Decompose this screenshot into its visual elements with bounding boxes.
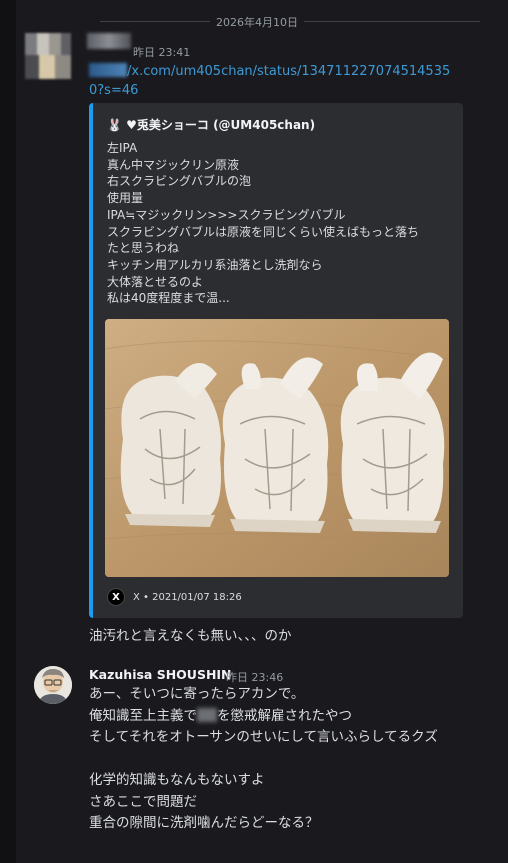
- rabbit-icon: 🐰: [107, 118, 122, 132]
- embed-author[interactable]: 🐰 ♥兎美ショーコ (@UM405chan): [107, 116, 315, 133]
- embed-line: 左IPA: [107, 141, 138, 155]
- redacted-text: [197, 707, 217, 722]
- embed-line: 真ん中マジックリン原液: [107, 157, 240, 172]
- message-line: 俺知識至上主義で を懲戒解雇されたやつ: [89, 706, 438, 728]
- date-divider: 2026年4月10日: [210, 14, 304, 30]
- avatar[interactable]: [25, 33, 71, 79]
- embed-line: スクラビングバブルは原液を同じくらい使えばもっと落ち: [107, 224, 420, 239]
- message-text: あー、そいつに寄ったらアカンで。 俺知識至上主義で を懲戒解雇されたやつ そしてそ…: [89, 684, 438, 835]
- message-line: 化学的知識もなんもないすよ: [89, 772, 265, 788]
- embed-line: 右スクラビングバブルの泡: [107, 174, 252, 189]
- message-line: 重合の隙間に洗剤噛んだらどーなる？: [89, 815, 319, 831]
- message-line: あー、そいつに寄ったらアカンで。: [89, 686, 305, 702]
- embed-line: キッチン用アルカリ系油落とし洗剤なら: [107, 257, 323, 272]
- message-fragment: 俺知識至上主義で: [89, 707, 197, 724]
- embed-description: 左IPA 真ん中マジックリン原液 右スクラビングバブルの泡 使用量 IPA≒マジ…: [107, 140, 447, 307]
- message-line: そしてそれをオトーサンのせいにして言いふらしてるクズ: [89, 729, 438, 745]
- embed-footer: X X • 2021/01/07 18:26: [107, 588, 242, 606]
- message-text: 油汚れと言えなくも無い、、、のか: [89, 628, 292, 644]
- avatar[interactable]: [34, 666, 72, 704]
- embed-line: IPA≒マジックリン>>>スクラビングバブル: [107, 207, 346, 222]
- figurine-photo: [105, 319, 449, 577]
- tweet-link-text[interactable]: /x.com/um405chan/status/1347112270745145…: [89, 64, 450, 98]
- message-fragment: を懲戒解雇されたやつ: [217, 707, 352, 724]
- username-redacted[interactable]: [87, 33, 131, 49]
- embed-line: 私は40度程度まで温...: [107, 291, 230, 306]
- redacted-link-prefix: [89, 63, 127, 77]
- avatar-portrait: [34, 666, 72, 704]
- message-timestamp: 昨日 23:41: [133, 46, 191, 59]
- x-logo-icon: X: [107, 588, 125, 606]
- embed-image[interactable]: [105, 319, 449, 577]
- username[interactable]: Kazuhisa SHOUSHIN: [89, 667, 232, 682]
- message-timestamp: 昨日 23:46: [226, 671, 284, 684]
- tweet-link[interactable]: /x.com/um405chan/status/1347112270745145…: [89, 62, 459, 100]
- message-line: さあここで問題だ: [89, 793, 197, 810]
- embed-line: たと思うわね: [107, 241, 180, 256]
- embed-line: 使用量: [107, 191, 144, 206]
- embed-line: 大体落とせるのよ: [107, 274, 204, 289]
- server-sidebar-edge: [0, 0, 16, 863]
- link-embed: 🐰 ♥兎美ショーコ (@UM405chan) 左IPA 真ん中マジックリン原液 …: [89, 103, 463, 618]
- message-line: [89, 749, 438, 771]
- embed-author-name[interactable]: ♥兎美ショーコ (@UM405chan): [126, 118, 315, 132]
- embed-footer-text: X • 2021/01/07 18:26: [133, 591, 242, 603]
